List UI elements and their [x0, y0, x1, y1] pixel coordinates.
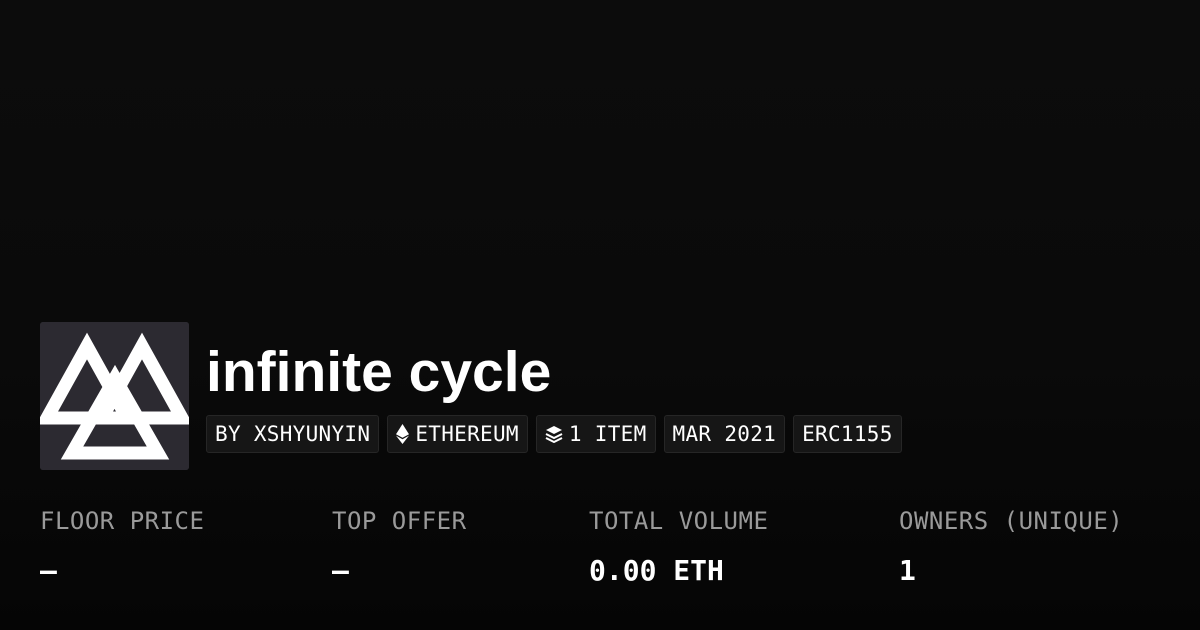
collection-avatar [40, 322, 189, 470]
stat-label: OWNERS (UNIQUE) [899, 507, 1124, 535]
token-standard-chip: ERC1155 [793, 415, 902, 453]
stat-value: — [40, 554, 57, 587]
triangle-knot-logo-icon [40, 322, 189, 470]
stat-value: — [332, 554, 349, 587]
stat-label: TOTAL VOLUME [589, 507, 769, 535]
stat-owners-unique: OWNERS (UNIQUE) 1 [899, 503, 1123, 589]
stat-label: FLOOR PRICE [40, 507, 205, 535]
created-date-chip: MAR 2021 [663, 415, 786, 453]
stat-value: 0.00 ETH [589, 554, 724, 587]
chain-chip: ETHEREUM [387, 415, 528, 453]
stat-floor-price: FLOOR PRICE — [40, 503, 204, 589]
creator-chip-label: BY XSHYUNYIN [215, 422, 371, 446]
stat-value: 1 [899, 554, 916, 587]
creator-chip[interactable]: BY XSHYUNYIN [206, 415, 380, 453]
chain-chip-label: ETHEREUM [415, 422, 519, 446]
items-chip-label: 1 ITEM [568, 422, 647, 446]
ethereum-icon [396, 424, 410, 444]
items-chip: 1 ITEM [535, 415, 656, 453]
stat-top-offer: TOP OFFER — [332, 503, 467, 589]
collection-title: infinite cycle [206, 340, 552, 404]
created-date-chip-label: MAR 2021 [672, 422, 777, 446]
layers-icon [545, 426, 563, 443]
collection-meta-chips: BY XSHYUNYIN ETHEREUM 1 ITEM MAR 2021 ER… [206, 415, 902, 453]
token-standard-chip-label: ERC1155 [802, 422, 893, 446]
stat-total-volume: TOTAL VOLUME 0.00 ETH [589, 503, 768, 589]
stat-label: TOP OFFER [332, 507, 467, 535]
